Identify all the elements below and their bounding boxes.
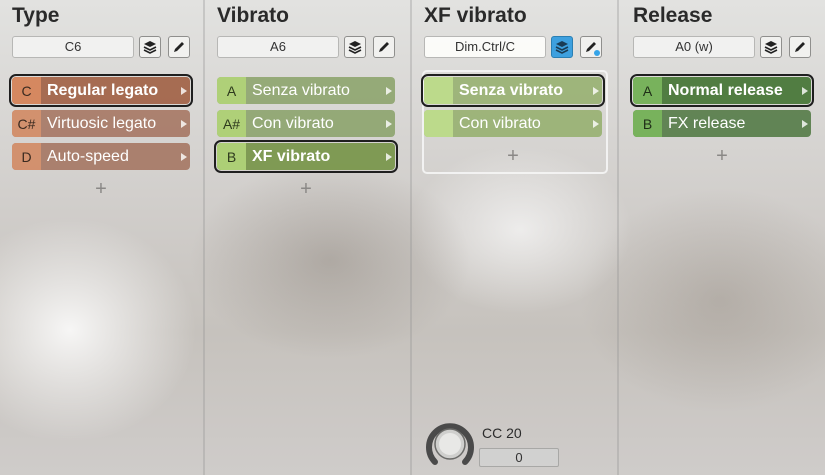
play-arrow-icon[interactable]	[590, 110, 602, 137]
articulation-key: A#	[217, 110, 246, 137]
articulation-label: Virtuosic legato	[47, 114, 157, 132]
articulation-xf-vibrato[interactable]: B XF vibrato	[214, 140, 398, 173]
articulation-key: A	[217, 77, 246, 104]
play-arrow-icon[interactable]	[799, 110, 811, 137]
layers-button[interactable]	[344, 36, 366, 58]
modified-indicator	[594, 50, 600, 56]
articulation-key: C#	[12, 110, 41, 137]
layers-icon	[764, 41, 778, 54]
articulation-key: B	[217, 143, 246, 170]
articulation-label: Senza vibrato	[252, 81, 350, 99]
edit-button[interactable]	[168, 36, 190, 58]
add-articulation-button[interactable]: +	[633, 145, 811, 167]
edit-button[interactable]	[580, 36, 602, 58]
layers-button[interactable]	[551, 36, 573, 58]
pencil-icon	[379, 42, 389, 52]
articulation-senza-vibrato[interactable]: Senza vibrato	[421, 74, 605, 107]
articulation-key: C	[12, 77, 41, 104]
play-arrow-icon[interactable]	[383, 77, 395, 104]
articulation-label: Con vibrato	[252, 114, 334, 132]
layers-icon	[348, 41, 362, 54]
play-arrow-icon[interactable]	[383, 143, 395, 170]
add-articulation-button[interactable]: +	[424, 145, 602, 167]
play-arrow-icon[interactable]	[799, 77, 811, 104]
articulation-label: Auto-speed	[47, 147, 129, 165]
edit-button[interactable]	[373, 36, 395, 58]
column-title: XF vibrato	[424, 4, 527, 27]
column-xf-vibrato: XF vibrato Dim.Ctrl/C Senza vibrato Con …	[412, 0, 619, 475]
key-switch-field[interactable]: A0 (w)	[633, 36, 755, 58]
layers-button[interactable]	[139, 36, 161, 58]
articulation-virtuosic-legato[interactable]: C# Virtuosic legato	[12, 110, 190, 137]
edit-button[interactable]	[789, 36, 811, 58]
column-title: Type	[12, 4, 60, 27]
pencil-icon	[795, 42, 805, 52]
column-vibrato: Vibrato A6 A Senza vibrato A# Con vibrat…	[205, 0, 412, 475]
column-type: Type C6 C Regular legato C# Virtuosic le…	[0, 0, 205, 475]
articulation-key: B	[633, 110, 662, 137]
articulation-label: Senza vibrato	[459, 81, 564, 99]
articulation-label: Con vibrato	[459, 114, 541, 132]
articulation-label: XF vibrato	[252, 147, 331, 165]
layers-icon	[143, 41, 157, 54]
play-arrow-icon[interactable]	[178, 143, 190, 170]
articulation-con-vibrato[interactable]: Con vibrato	[424, 110, 602, 137]
column-release: Release A0 (w) A Normal release B FX rel…	[619, 0, 825, 475]
layers-icon	[555, 41, 569, 54]
articulation-senza-vibrato[interactable]: A Senza vibrato	[217, 77, 395, 104]
play-arrow-icon[interactable]	[178, 77, 190, 104]
articulation-con-vibrato[interactable]: A# Con vibrato	[217, 110, 395, 137]
articulation-key	[424, 110, 453, 137]
articulation-regular-legato[interactable]: C Regular legato	[9, 74, 193, 107]
controller-field[interactable]: Dim.Ctrl/C	[424, 36, 546, 58]
articulation-normal-release[interactable]: A Normal release	[630, 74, 814, 107]
layers-button[interactable]	[760, 36, 782, 58]
articulation-label: FX release	[668, 114, 746, 132]
articulation-key: D	[12, 143, 41, 170]
controller-label: CC 20	[482, 425, 522, 441]
pencil-icon	[174, 42, 184, 52]
key-switch-field[interactable]: A6	[217, 36, 339, 58]
articulation-auto-speed[interactable]: D Auto-speed	[12, 143, 190, 170]
articulation-fx-release[interactable]: B FX release	[633, 110, 811, 137]
add-articulation-button[interactable]: +	[12, 178, 190, 200]
key-switch-field[interactable]: C6	[12, 36, 134, 58]
articulation-label: Regular legato	[47, 81, 159, 99]
column-title: Release	[633, 4, 713, 27]
play-arrow-icon[interactable]	[178, 110, 190, 137]
articulation-label: Normal release	[668, 81, 783, 99]
articulation-key	[424, 77, 453, 104]
column-title: Vibrato	[217, 4, 289, 27]
play-arrow-icon[interactable]	[590, 77, 602, 104]
play-arrow-icon[interactable]	[383, 110, 395, 137]
knob-icon[interactable]	[425, 420, 475, 470]
controller-value-field[interactable]: 0	[479, 448, 559, 467]
add-articulation-button[interactable]: +	[217, 178, 395, 200]
articulation-key: A	[633, 77, 662, 104]
